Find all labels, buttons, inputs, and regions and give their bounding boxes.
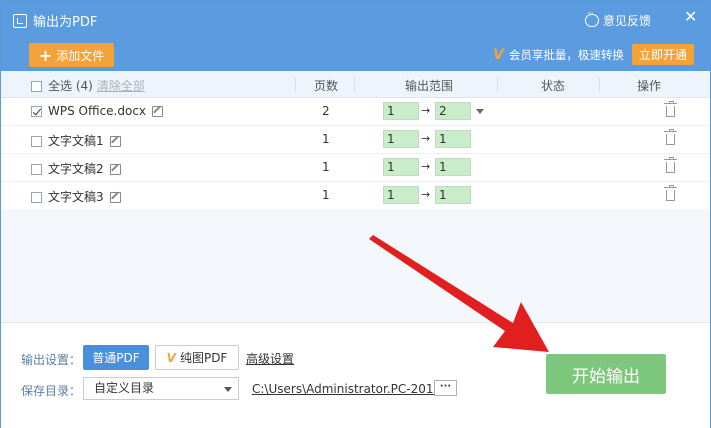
range-from-input[interactable]: 1 bbox=[383, 102, 419, 120]
save-dir-label: 保存目录： bbox=[21, 384, 82, 398]
window-title: 输出为PDF bbox=[33, 15, 98, 30]
range-arrow: → bbox=[421, 188, 431, 201]
column-divider bbox=[497, 77, 498, 92]
range-from-input[interactable]: 1 bbox=[383, 186, 419, 204]
export-icon bbox=[13, 13, 27, 28]
range-to-input[interactable]: 1 bbox=[435, 130, 471, 148]
delete-icon[interactable] bbox=[664, 101, 677, 117]
table-row[interactable]: 文字文稿1 1 1 → 1 bbox=[1, 126, 710, 154]
rename-icon[interactable] bbox=[109, 192, 121, 203]
file-name: WPS Office.docx bbox=[48, 104, 147, 118]
vip-promo: V 会员享批量，极速转换 bbox=[493, 47, 624, 63]
row-checkbox[interactable] bbox=[31, 136, 42, 147]
file-name: 文字文稿3 bbox=[48, 190, 104, 204]
plus-icon: + bbox=[38, 45, 53, 65]
row-checkbox[interactable] bbox=[31, 192, 42, 203]
select-all-label: 全选 (4) bbox=[48, 79, 93, 93]
table-header: 全选 (4) 清除全部 页数 输出范围 状态 操作 bbox=[1, 71, 710, 98]
page-count: 1 bbox=[322, 188, 330, 202]
feedback-label: 意见反馈 bbox=[603, 14, 652, 28]
range-arrow: → bbox=[421, 104, 431, 117]
rename-icon[interactable] bbox=[109, 136, 121, 147]
close-button[interactable]: ✕ bbox=[684, 7, 697, 26]
row-checkbox[interactable] bbox=[31, 164, 42, 175]
range-to-input[interactable]: 1 bbox=[435, 158, 471, 176]
range-from-input[interactable]: 1 bbox=[383, 158, 419, 176]
range-to-input[interactable]: 1 bbox=[435, 186, 471, 204]
feedback-button[interactable]: 意见反馈 bbox=[585, 9, 652, 29]
header-pages: 页数 bbox=[314, 79, 339, 93]
file-name-cell: 文字文稿2 bbox=[31, 160, 121, 177]
range-from-input[interactable]: 1 bbox=[383, 130, 419, 148]
output-settings-label: 输出设置： bbox=[21, 353, 82, 367]
file-name-cell: 文字文稿3 bbox=[31, 188, 121, 205]
file-name: 文字文稿1 bbox=[48, 134, 104, 148]
delete-icon[interactable] bbox=[664, 129, 677, 145]
browse-button[interactable]: ··· bbox=[434, 380, 457, 396]
save-dir-value: 自定义目录 bbox=[94, 381, 155, 395]
table-row[interactable]: 文字文稿3 1 1 → 1 bbox=[1, 182, 710, 210]
file-list-empty-area bbox=[1, 209, 710, 322]
select-all: 全选 (4) 清除全部 bbox=[31, 77, 145, 94]
rename-icon[interactable] bbox=[152, 106, 164, 117]
normal-pdf-button[interactable]: 普通PDF bbox=[83, 345, 149, 370]
image-pdf-button[interactable]: V 纯图PDF bbox=[155, 345, 239, 370]
advanced-settings-link[interactable]: 高级设置 bbox=[246, 350, 294, 367]
add-file-label: 添加文件 bbox=[56, 48, 105, 63]
page-count: 1 bbox=[322, 132, 330, 146]
export-pdf-dialog: 输出为PDF 意见反馈 ✕ + 添加文件 V 会员享批量，极速转换 立即开通 全… bbox=[0, 0, 711, 428]
clear-all-link[interactable]: 清除全部 bbox=[97, 79, 145, 93]
file-name-cell: WPS Office.docx bbox=[31, 104, 164, 118]
column-divider bbox=[295, 77, 296, 92]
open-vip-button[interactable]: 立即开通 bbox=[632, 44, 694, 65]
page-count: 2 bbox=[322, 104, 330, 118]
image-pdf-label: 纯图PDF bbox=[179, 351, 228, 365]
vip-text: 会员享批量，极速转换 bbox=[508, 48, 624, 62]
rename-icon[interactable] bbox=[109, 164, 121, 175]
column-divider bbox=[599, 77, 600, 92]
range-arrow: → bbox=[421, 160, 431, 173]
delete-icon[interactable] bbox=[664, 157, 677, 173]
page-count: 1 bbox=[322, 160, 330, 174]
header-action: 操作 bbox=[637, 79, 662, 93]
add-file-button[interactable]: + 添加文件 bbox=[29, 43, 114, 67]
delete-icon[interactable] bbox=[664, 185, 677, 201]
range-arrow: → bbox=[421, 132, 431, 145]
chat-bubble-icon bbox=[585, 9, 599, 27]
table-row[interactable]: WPS Office.docx 2 1 → 2 bbox=[1, 98, 710, 126]
header-range: 输出范围 bbox=[405, 79, 454, 93]
vip-badge-icon: V bbox=[493, 47, 504, 63]
select-all-checkbox[interactable] bbox=[31, 81, 42, 92]
range-dropdown-icon[interactable] bbox=[476, 109, 484, 114]
column-divider bbox=[354, 77, 355, 92]
save-path-link[interactable]: C:\Users\Administrator.PC-20171 bbox=[252, 382, 449, 396]
header-status: 状态 bbox=[541, 79, 566, 93]
row-checkbox[interactable] bbox=[31, 106, 42, 117]
chevron-down-icon bbox=[224, 387, 232, 392]
table-row[interactable]: 文字文稿2 1 1 → 1 bbox=[1, 154, 710, 182]
start-export-button[interactable]: 开始输出 bbox=[546, 354, 666, 394]
title-row: 输出为PDF bbox=[13, 11, 97, 30]
vip-badge-icon: V bbox=[166, 350, 176, 365]
range-to-input[interactable]: 2 bbox=[435, 102, 471, 120]
file-name-cell: 文字文稿1 bbox=[31, 132, 121, 149]
title-bar: 输出为PDF 意见反馈 ✕ + 添加文件 V 会员享批量，极速转换 立即开通 bbox=[1, 1, 710, 71]
save-dir-select[interactable]: 自定义目录 bbox=[83, 377, 239, 400]
file-name: 文字文稿2 bbox=[48, 162, 104, 176]
